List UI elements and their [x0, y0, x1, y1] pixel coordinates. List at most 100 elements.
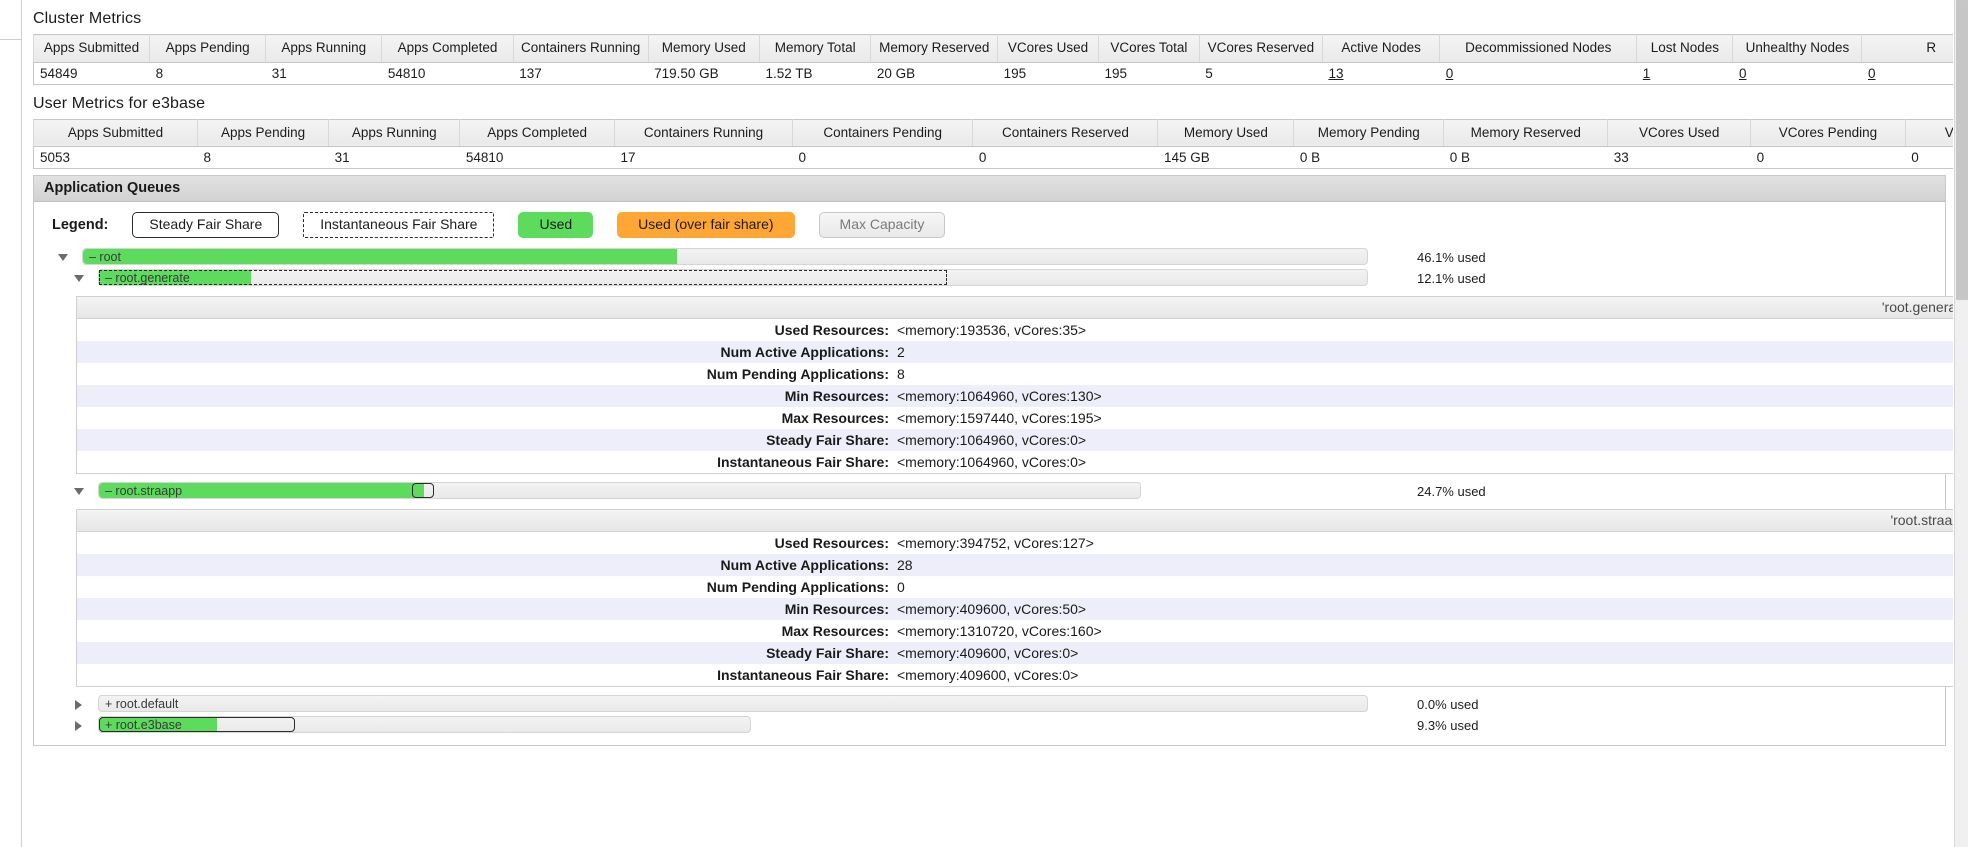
left-rail [0, 0, 22, 847]
cluster-metrics-cell-12[interactable]: 0 [1439, 62, 1637, 85]
queue-bar-root.default[interactable]: + root.default [98, 695, 1368, 713]
queue-detail-row: Instantaneous Fair Share: <memory:409600,… [77, 664, 1960, 687]
queue-detail-table-root.straapp: Used Resources: <memory:394752, vCores:12… [77, 532, 1960, 687]
queue-detail-key: Used Resources: [77, 319, 897, 342]
legend-steady-fair-share: Steady Fair Share [132, 212, 280, 239]
queue-detail-row: Max Resources: <memory:1597440, vCores:19… [77, 407, 1960, 430]
queue-used-pct-root: 46.1% used [1417, 250, 1486, 266]
queue-detail-row: Steady Fair Share: <memory:1064960, vCore… [77, 429, 1960, 452]
queue-label-root.generate: – root.generate [105, 271, 190, 286]
vertical-scrollbar[interactable] [1954, 0, 1968, 847]
user-metrics-cell-7: 145 GB [1157, 146, 1294, 170]
cluster-metrics-cell-13[interactable]: 1 [1636, 62, 1733, 85]
cluster-metrics-link-11[interactable]: 13 [1328, 66, 1343, 81]
queue-toggle-icon-root.straapp[interactable] [74, 487, 84, 497]
queue-used-pct-root.e3base: 9.3% used [1417, 718, 1479, 734]
user-metrics-col-4: Containers Running [613, 119, 794, 148]
cluster-metrics-col-8: VCores Used [997, 34, 1099, 63]
cluster-metrics-link-15[interactable]: 0 [1868, 66, 1876, 81]
queue-detail-row: Instantaneous Fair Share: <memory:1064960… [77, 451, 1960, 474]
queue-detail-row: Num Pending Applications: 8 [77, 363, 1960, 386]
cluster-metrics-col-5: Memory Used [647, 34, 760, 63]
queue-toggle-icon-root.default[interactable] [74, 700, 84, 711]
cluster-metrics-cell-3: 54810 [381, 62, 514, 85]
cluster-metrics-cell-14[interactable]: 0 [1732, 62, 1862, 85]
user-metrics-title: User Metrics for e3base [33, 94, 206, 112]
queue-detail-key: Num Active Applications: [77, 554, 897, 577]
cluster-metrics-cell-5: 719.50 GB [648, 62, 760, 85]
queue-detail-value: <memory:1310720, vCores:160> [897, 620, 1960, 643]
queue-detail-value: <memory:409600, vCores:0> [897, 642, 1960, 665]
cluster-metrics-col-12: Decommissioned Nodes [1439, 34, 1638, 63]
queue-detail-value: <memory:1597440, vCores:195> [897, 407, 1960, 430]
user-metrics-col-5: Containers Pending [792, 119, 974, 148]
queue-detail-key: Instantaneous Fair Share: [77, 451, 897, 474]
application-queues-panel: Application Queues Legend: Steady Fair S… [33, 175, 1961, 747]
queue-toggle-icon-root.generate[interactable] [74, 274, 84, 284]
queue-detail-value: <memory:1064960, vCores:130> [897, 385, 1960, 408]
queue-detail-key: Num Pending Applications: [77, 363, 897, 386]
vertical-scrollbar-thumb[interactable] [1956, 0, 1968, 300]
legend-label: Legend: [52, 217, 109, 234]
cluster-metrics-cell-8: 195 [997, 62, 1099, 85]
queue-label-root: – root [89, 250, 121, 265]
cluster-metrics-cell-15[interactable]: 0 [1861, 62, 1954, 85]
queue-detail-key: Steady Fair Share: [77, 642, 897, 665]
queue-detail-value: 28 [897, 554, 1960, 577]
queue-bar-root.e3base[interactable]: + root.e3base [98, 716, 751, 734]
cluster-metrics-col-2: Apps Running [265, 34, 383, 63]
queue-detail-row: Steady Fair Share: <memory:409600, vCores… [77, 642, 1960, 665]
cluster-metrics-col-14: Unhealthy Nodes [1732, 34, 1863, 63]
cluster-metrics-cell-1: 8 [149, 62, 266, 85]
queue-detail-row: Used Resources: <memory:394752, vCores:12… [77, 532, 1960, 555]
cluster-metrics-col-7: Memory Reserved [870, 34, 999, 63]
queue-list: – root 46.1% used – root.generate 12.1% use… [34, 248, 1961, 735]
queue-detail-row: Num Active Applications: 28 [77, 554, 1960, 577]
cluster-metrics-cell-10: 5 [1199, 62, 1323, 85]
page-frame: Cluster Metrics Apps Submitted Apps Pendi… [0, 0, 1968, 847]
queue-detail-key: Steady Fair Share: [77, 429, 897, 452]
queue-detail-key: Num Active Applications: [77, 341, 897, 364]
user-metrics-col-1: Apps Pending [196, 119, 330, 148]
user-metrics-cell-9: 0 B [1443, 146, 1608, 170]
user-metrics-cell-8: 0 B [1293, 146, 1444, 170]
queue-row-root.generate: – root.generate 12.1% used [34, 269, 1945, 288]
queue-detail-key: Num Pending Applications: [77, 576, 897, 599]
cluster-metrics-col-11: Active Nodes [1321, 34, 1441, 63]
user-metrics-wrap: Apps Submitted Apps Pending Apps Running Ap… [23, 118, 1954, 170]
cluster-metrics-value-row: 54849 8 31 54810 137 719.50 GB 1.52 TB 20 GB 195… [33, 62, 1954, 85]
cluster-metrics-link-13[interactable]: 1 [1643, 66, 1651, 81]
queue-detail-row: Used Resources: <memory:193536, vCores:35… [77, 319, 1960, 342]
queue-row-root: – root 46.1% used [34, 248, 1945, 267]
queue-detail-value: <memory:409600, vCores:50> [897, 598, 1960, 621]
cluster-metrics-link-14[interactable]: 0 [1739, 66, 1747, 81]
queue-bar-root.straapp[interactable]: – root.straapp [98, 482, 1141, 500]
cluster-metrics-link-12[interactable]: 0 [1446, 66, 1454, 81]
queue-detail-title-root.generate: 'root.generate' Queue Status [1881, 299, 1960, 316]
cluster-metrics-cell-11[interactable]: 13 [1322, 62, 1440, 85]
queue-detail-value: <memory:193536, vCores:35> [897, 319, 1960, 342]
queue-detail-value: <memory:394752, vCores:127> [897, 532, 1960, 555]
cluster-metrics-col-0: Apps Submitted [32, 34, 151, 63]
queue-toggle-icon-root[interactable] [58, 253, 68, 263]
cluster-metrics-cell-7: 20 GB [870, 62, 998, 85]
queue-bar-root.generate[interactable]: – root.generate [98, 269, 1368, 287]
queue-detail-value: 2 [897, 341, 1960, 364]
cluster-metrics-header-row: Apps Submitted Apps Pending Apps Running Ap… [32, 34, 1954, 63]
queue-row-root.e3base: + root.e3base 9.3% used [34, 716, 1945, 735]
queue-detail-key: Min Resources: [77, 385, 897, 408]
cluster-metrics-cell-6: 1.52 TB [759, 62, 871, 85]
queue-detail-value: <memory:1064960, vCores:0> [897, 429, 1960, 452]
queue-label-root.default: + root.default [105, 697, 179, 712]
cluster-metrics-col-1: Apps Pending [149, 34, 267, 63]
user-metrics-cell-6: 0 [972, 146, 1158, 170]
user-metrics-table: Apps Submitted Apps Pending Apps Running Ap… [33, 118, 1954, 170]
user-metrics-col-8: Memory Pending [1293, 119, 1445, 148]
queue-toggle-icon-root.e3base[interactable] [74, 721, 84, 732]
user-metrics-cell-2: 31 [328, 146, 460, 170]
queue-detail-value: 8 [897, 363, 1960, 386]
queue-row-root.straapp: – root.straapp 24.7% used [34, 482, 1945, 501]
queue-detail-key: Used Resources: [77, 532, 897, 555]
queue-detail-row: Min Resources: <memory:1064960, vCores:13… [77, 385, 1960, 408]
queue-bar-root[interactable]: – root [82, 248, 1368, 266]
